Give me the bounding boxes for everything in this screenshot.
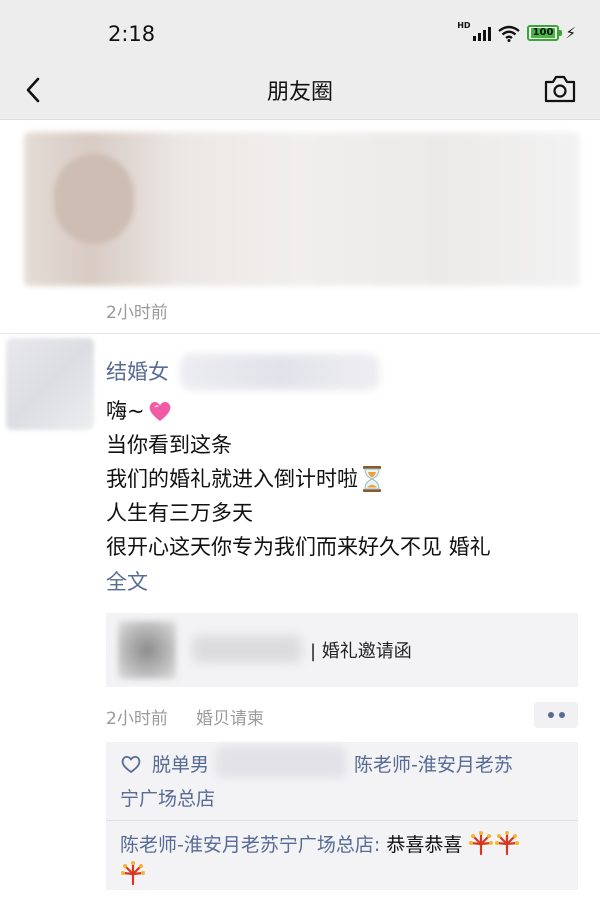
post-line: 人生有三万多天	[106, 501, 253, 525]
liker-name[interactable]: 脱单男	[152, 750, 209, 777]
shared-link-card[interactable]: | 婚礼邀请函	[106, 613, 578, 687]
hd-label: HD	[457, 20, 471, 30]
firecracker-emoji-icon	[121, 861, 145, 886]
author-name[interactable]: 结婚女	[106, 356, 169, 386]
author-name-redacted	[180, 354, 380, 390]
hourglass-emoji-icon	[363, 466, 381, 492]
share-title-redacted	[192, 635, 302, 663]
post-divider	[0, 333, 600, 334]
camera-icon[interactable]	[542, 73, 578, 105]
dot-icon	[547, 712, 554, 718]
post-line: 当你看到这条	[106, 433, 232, 457]
dot-icon	[558, 712, 565, 718]
post-timestamp: 2小时前	[106, 709, 168, 729]
social-divider	[106, 820, 578, 821]
post-line: 我们的婚礼就进入倒计时啦	[106, 462, 586, 496]
likes-comments-panel: 脱单男 陈老师-淮安月老苏 宁广场总店 陈老师-淮安月老苏宁广场总店: 恭喜恭喜	[106, 742, 578, 890]
avatar[interactable]	[6, 338, 94, 430]
liker-name[interactable]: 陈老师-淮安月老苏	[354, 750, 513, 777]
share-title: | 婚礼邀请函	[310, 641, 412, 662]
liker-name-redacted	[216, 746, 346, 778]
post-media-blurred[interactable]	[24, 132, 580, 286]
firecracker-emoji-icon	[495, 831, 520, 856]
heart-emoji-icon	[149, 401, 170, 421]
wifi-icon	[497, 25, 520, 42]
charging-icon: ⚡	[565, 24, 576, 42]
status-bar: 2:18 HD 100 ⚡	[0, 0, 600, 60]
heart-outline-icon	[121, 755, 141, 773]
signal-icon	[472, 25, 491, 41]
comment-text: 恭喜恭喜	[386, 834, 463, 856]
comment-author[interactable]: 陈老师-淮安月老苏宁广场总店:	[120, 834, 380, 856]
battery-icon: 100	[526, 25, 563, 41]
liker-name-continued[interactable]: 宁广场总店	[120, 784, 215, 811]
page-title: 朋友圈	[266, 80, 333, 105]
battery-level: 100	[530, 27, 556, 38]
post-line: 很开心这天你专为我们而来好久不见 婚礼	[106, 535, 491, 559]
nav-bar: 朋友圈	[0, 60, 600, 120]
post-line: 嗨~	[106, 394, 586, 428]
share-thumbnail	[118, 621, 176, 679]
status-time: 2:18	[108, 22, 156, 46]
status-icons: HD 100 ⚡	[457, 20, 576, 42]
post-timestamp: 2小时前	[106, 303, 168, 323]
full-text-link[interactable]: 全文	[106, 566, 148, 596]
comment[interactable]: 陈老师-淮安月老苏宁广场总店: 恭喜恭喜	[120, 830, 570, 890]
more-actions-button[interactable]	[534, 702, 578, 728]
post-source[interactable]: 婚贝请柬	[196, 704, 264, 729]
firecracker-emoji-icon	[469, 831, 494, 856]
post-text: 嗨~ 当你看到这条 我们的婚礼就进入倒计时啦 人生有三万多天 很开心这天你专为我…	[106, 394, 586, 564]
